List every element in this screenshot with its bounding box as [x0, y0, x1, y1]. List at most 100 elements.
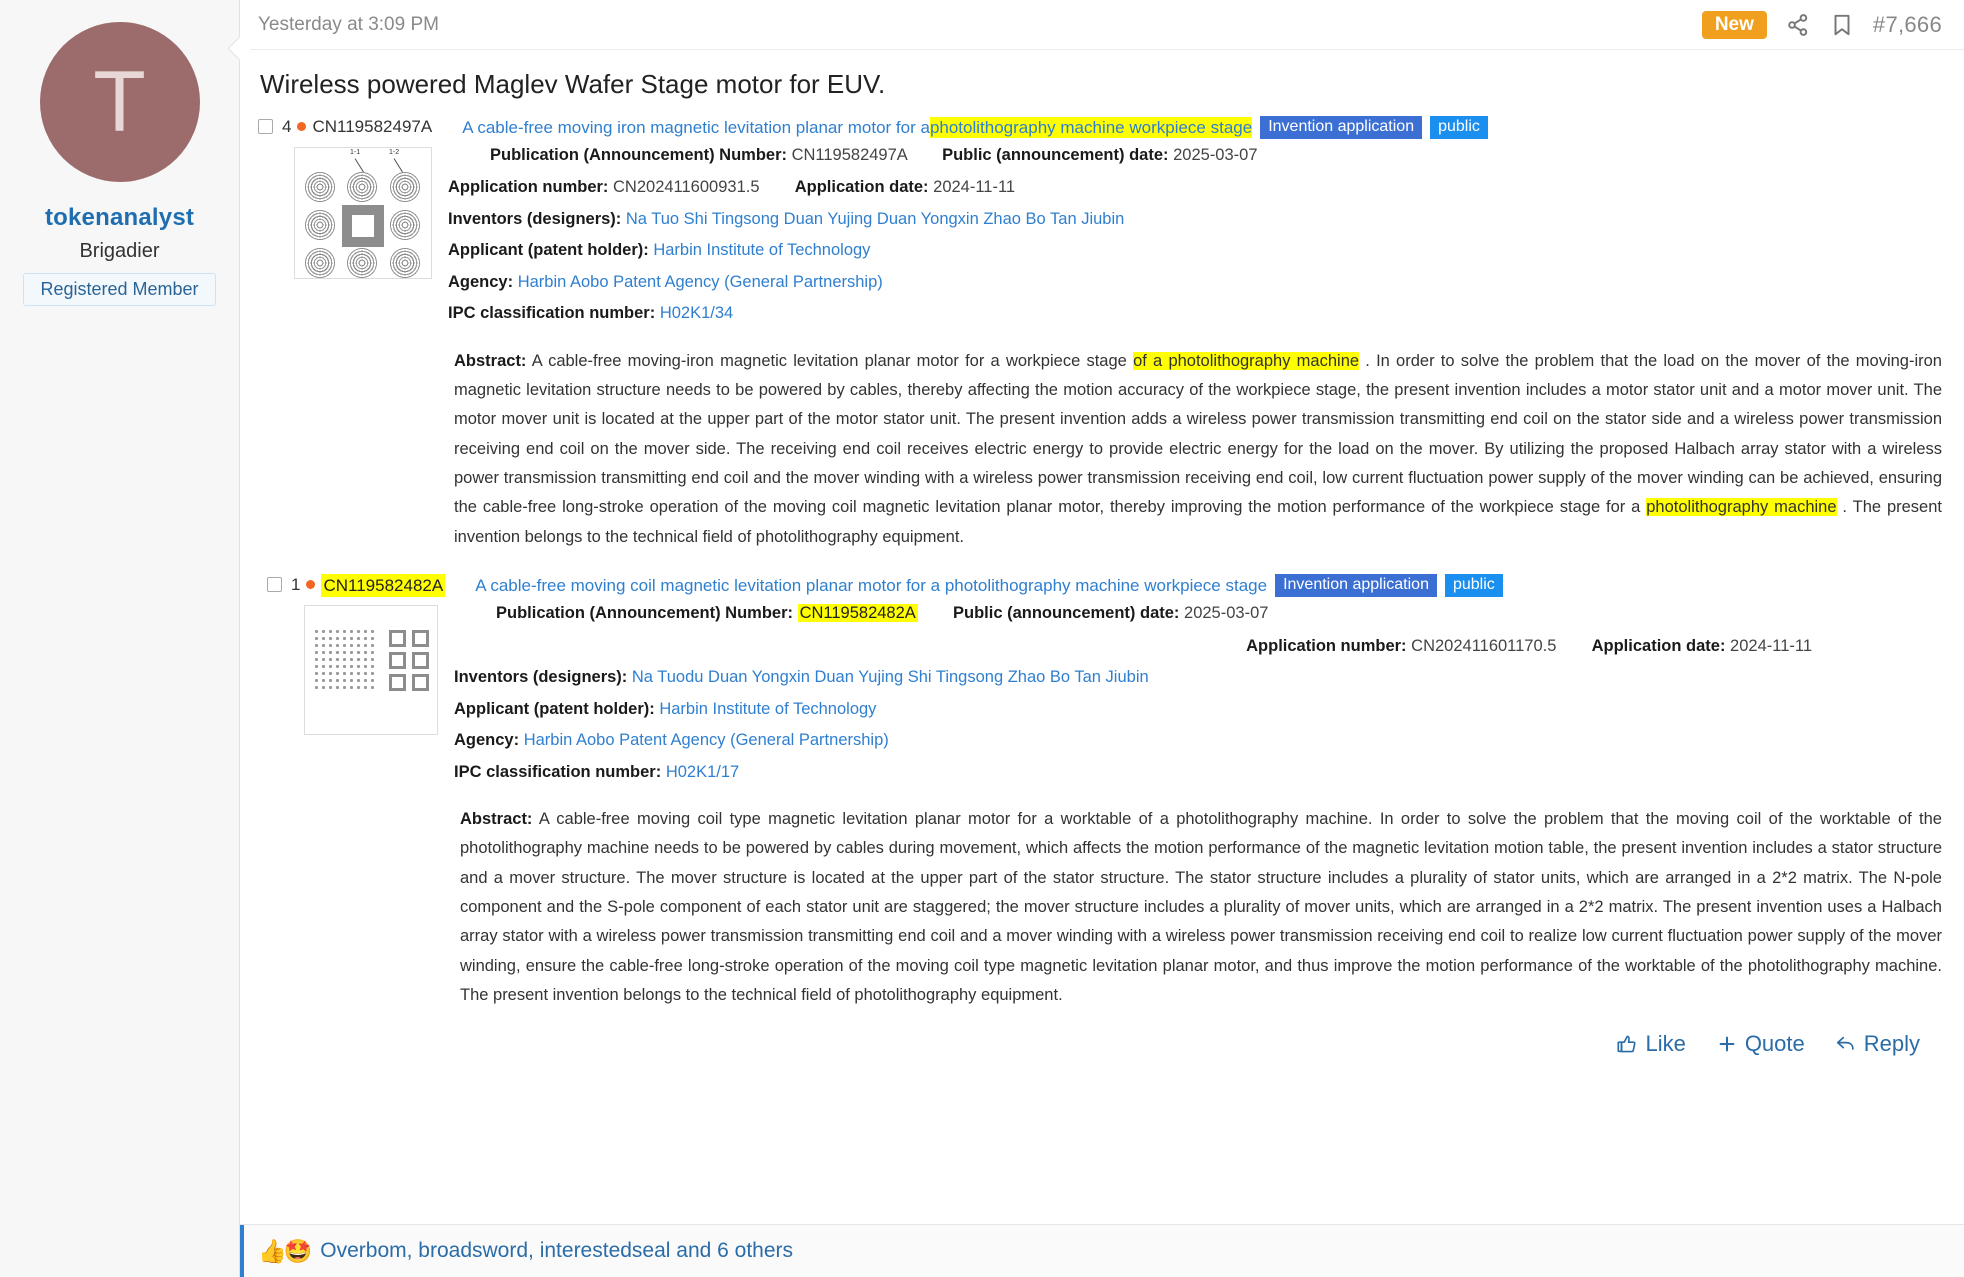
abstract-highlight-2: photolithography machine [1646, 498, 1837, 517]
post-body: Wireless powered Maglev Wafer Stage moto… [240, 50, 1964, 1224]
abstract-text-2: . In order to solve the problem that the… [454, 351, 1942, 517]
publication-date-label: Public (announcement) date: [942, 146, 1169, 164]
reactions-bar: 👍 🤩 Overbom, broadsword, interestedseal … [240, 1224, 1964, 1277]
ipc-value[interactable]: H02K1/17 [666, 763, 739, 781]
ipc-label: IPC classification number: [454, 762, 662, 781]
new-badge: New [1701, 10, 1767, 39]
applicant-label: Applicant (patent holder): [448, 241, 649, 260]
patent-number: CN119582497A [312, 117, 433, 136]
post-header-actions: New #7,666 [1701, 10, 1942, 39]
reply-arrow-icon [1836, 1036, 1854, 1050]
patent-figure-thumbnail[interactable] [304, 605, 438, 736]
publication-number-value: CN119582497A [791, 146, 907, 164]
patent-entry-main: 1-1 1-2 Publication (Announcement) Numbe… [258, 145, 1942, 335]
patent-entry: 1 CN119582482A A cable-free moving coil … [258, 574, 1942, 1010]
abstract-text-1: A cable-free moving coil type magnetic l… [460, 810, 1942, 1005]
applicant-value[interactable]: Harbin Institute of Technology [659, 700, 876, 718]
agency-label: Agency: [454, 731, 520, 750]
avatar[interactable]: T [39, 22, 200, 182]
thumbs-up-emoji-icon: 👍 [258, 1237, 287, 1264]
message-column: Yesterday at 3:09 PM New #7,666 Wireless… [227, 0, 1964, 1277]
patent-metadata: Publication (Announcement) Number: CN119… [448, 603, 1942, 793]
patent-number: CN119582482A [321, 574, 446, 598]
patent-checkbox[interactable] [258, 119, 273, 134]
star-struck-emoji-icon: 🤩 [283, 1237, 313, 1264]
post-actions: Like Quote Reply [258, 1017, 1942, 1069]
patent-entry: 4 CN119582497A A cable-free moving iron … [258, 116, 1942, 552]
application-date-label: Application date: [794, 178, 929, 197]
inventors-row: Inventors (designers): Na Tuo Shi Tingso… [448, 209, 1942, 230]
like-button[interactable]: Like [1616, 1030, 1686, 1057]
application-date-value: 2024-11-11 [1730, 636, 1812, 655]
figure-label-1-2: 1-2 [389, 149, 400, 156]
post-header: Yesterday at 3:09 PM New #7,666 [240, 0, 1964, 50]
patent-abstract: Abstract: A cable-free moving-iron magne… [258, 347, 1942, 553]
inventors-label: Inventors (designers): [454, 668, 628, 687]
page-title: Wireless powered Maglev Wafer Stage moto… [260, 69, 886, 99]
patent-rank: 4 [282, 117, 292, 136]
agency-value[interactable]: Harbin Aobo Patent Agency (General Partn… [524, 731, 889, 749]
abstract-text-1: A cable-free moving-iron magnetic levita… [531, 351, 1134, 370]
application-date-label: Application date: [1591, 636, 1726, 655]
patent-metadata: Publication (Announcement) Number: CN119… [442, 145, 1942, 335]
patent-title-highlight[interactable]: photolithography machine workpiece stage [929, 116, 1253, 139]
agency-value[interactable]: Harbin Aobo Patent Agency (General Partn… [518, 273, 883, 291]
publication-date-value: 2025-03-07 [1184, 604, 1269, 623]
figure-label-1-1: 1-1 [350, 149, 361, 156]
agency-row: Agency: Harbin Aobo Patent Agency (Gener… [448, 272, 1942, 293]
publication-date-label: Public (announcement) date: [952, 604, 1180, 623]
application-number-label: Application number: [448, 178, 609, 197]
patent-title[interactable]: A cable-free moving iron magnetic levita… [462, 117, 930, 138]
abstract-label: Abstract: [460, 810, 533, 829]
user-banner: Registered Member [23, 273, 216, 306]
like-label: Like [1645, 1030, 1686, 1056]
patent-abstract: Abstract: A cable-free moving coil type … [258, 805, 1942, 1011]
application-number-value: CN202411600931.5 [613, 178, 760, 197]
badge-public: public [1444, 574, 1503, 598]
patent-title[interactable]: A cable-free moving coil magnetic levita… [475, 575, 1267, 596]
applicant-value[interactable]: Harbin Institute of Technology [653, 241, 870, 259]
ipc-row: IPC classification number: H02K1/34 [448, 303, 1942, 324]
inventors-value[interactable]: Na Tuodu Duan Yongxin Duan Yujing Shi Ti… [632, 668, 1149, 686]
thumbs-up-icon [1617, 1035, 1637, 1052]
inventors-value[interactable]: Na Tuo Shi Tingsong Duan Yujing Duan Yon… [626, 210, 1124, 228]
status-dot-icon [297, 122, 307, 131]
badge-public: public [1430, 116, 1488, 139]
patent-title-wrap: A cable-free moving coil magnetic levita… [475, 574, 1503, 598]
plus-icon [1719, 1036, 1735, 1051]
inventors-row: Inventors (designers): Na Tuodu Duan Yon… [454, 667, 1942, 688]
publication-row: Publication (Announcement) Number: CN119… [448, 145, 1942, 166]
reaction-emojis: 👍 🤩 [258, 1237, 313, 1264]
publication-row: Publication (Announcement) Number: CN119… [454, 603, 1942, 624]
ipc-row: IPC classification number: H02K1/17 [454, 762, 1942, 783]
application-row: Application number: CN202411600931.5 App… [448, 177, 1942, 198]
agency-row: Agency: Harbin Aobo Patent Agency (Gener… [454, 730, 1942, 751]
quote-label: Quote [1744, 1030, 1805, 1056]
publication-number-label: Publication (Announcement) Number: [490, 146, 787, 164]
share-icon[interactable] [1785, 12, 1811, 38]
patent-checkbox[interactable] [267, 577, 282, 593]
applicant-row: Applicant (patent holder): Harbin Instit… [454, 699, 1942, 720]
quote-button[interactable]: Quote [1716, 1031, 1805, 1057]
reply-button[interactable]: Reply [1835, 1031, 1920, 1057]
applicant-label: Applicant (patent holder): [454, 699, 655, 718]
inventors-label: Inventors (designers): [448, 209, 622, 228]
badge-invention-application: Invention application [1275, 574, 1437, 598]
application-number-value: CN202411601170.5 [1411, 636, 1557, 655]
publication-number-value: CN119582482A [797, 604, 918, 623]
username-link[interactable]: tokenanalyst [45, 204, 194, 232]
reaction-names[interactable]: Overbom, broadsword, interestedseal and … [320, 1239, 793, 1263]
post-number[interactable]: #7,666 [1873, 12, 1942, 38]
ipc-label: IPC classification number: [448, 304, 656, 323]
applicant-row: Applicant (patent holder): Harbin Instit… [448, 240, 1942, 261]
user-info-panel: T tokenanalyst Brigadier Registered Memb… [0, 0, 240, 1277]
post-container: T tokenanalyst Brigadier Registered Memb… [0, 0, 1964, 1277]
ipc-value[interactable]: H02K1/34 [660, 304, 733, 322]
agency-label: Agency: [448, 272, 514, 291]
bookmark-icon[interactable] [1829, 12, 1855, 38]
patent-figure-thumbnail[interactable]: 1-1 1-2 [294, 147, 432, 279]
post-date[interactable]: Yesterday at 3:09 PM [258, 14, 439, 36]
patent-entry-header: 4 CN119582497A A cable-free moving iron … [258, 116, 1942, 139]
patent-rank: 1 [291, 575, 301, 595]
publication-number-label: Publication (Announcement) Number: [496, 604, 793, 623]
